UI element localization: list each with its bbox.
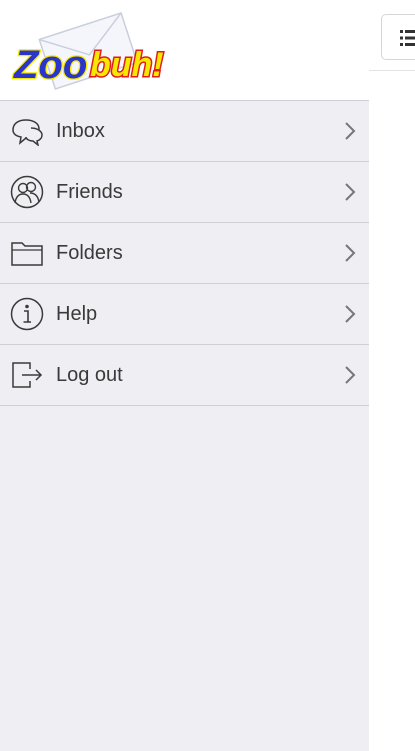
list-icon	[400, 30, 415, 46]
toolbar-divider	[369, 70, 415, 71]
menu-item-inbox[interactable]: Inbox	[0, 101, 369, 162]
chevron-right-icon	[345, 183, 356, 201]
logout-icon	[9, 358, 45, 392]
chevron-right-icon	[345, 366, 356, 384]
menu-item-label: Friends	[56, 181, 123, 203]
menu-toggle-button[interactable]	[381, 14, 415, 60]
logo-area: Zoo buh!	[0, 0, 369, 100]
chevron-right-icon	[345, 244, 356, 262]
svg-text:buh!: buh!	[90, 46, 164, 84]
zoobuh-logo[interactable]: Zoo buh!	[8, 12, 190, 92]
friends-icon	[9, 175, 45, 209]
menu-item-folders[interactable]: Folders	[0, 223, 369, 284]
menu-item-help[interactable]: Help	[0, 284, 369, 345]
side-drawer: Zoo buh! Inbox Friends Folders Help Log …	[0, 0, 369, 751]
info-icon	[9, 297, 45, 331]
chevron-right-icon	[345, 305, 356, 323]
menu-item-friends[interactable]: Friends	[0, 162, 369, 223]
folder-icon	[9, 236, 45, 270]
main-content-peek	[369, 0, 415, 751]
svg-text:Zoo: Zoo	[13, 43, 87, 87]
menu-item-logout[interactable]: Log out	[0, 345, 369, 406]
menu-item-label: Folders	[56, 242, 123, 264]
menu-item-label: Log out	[56, 364, 123, 386]
menu-item-label: Inbox	[56, 120, 105, 142]
menu-item-label: Help	[56, 303, 98, 325]
chevron-right-icon	[345, 122, 356, 140]
drawer-menu: Inbox Friends Folders Help Log out	[0, 100, 369, 406]
chat-bubble-icon	[9, 114, 45, 148]
